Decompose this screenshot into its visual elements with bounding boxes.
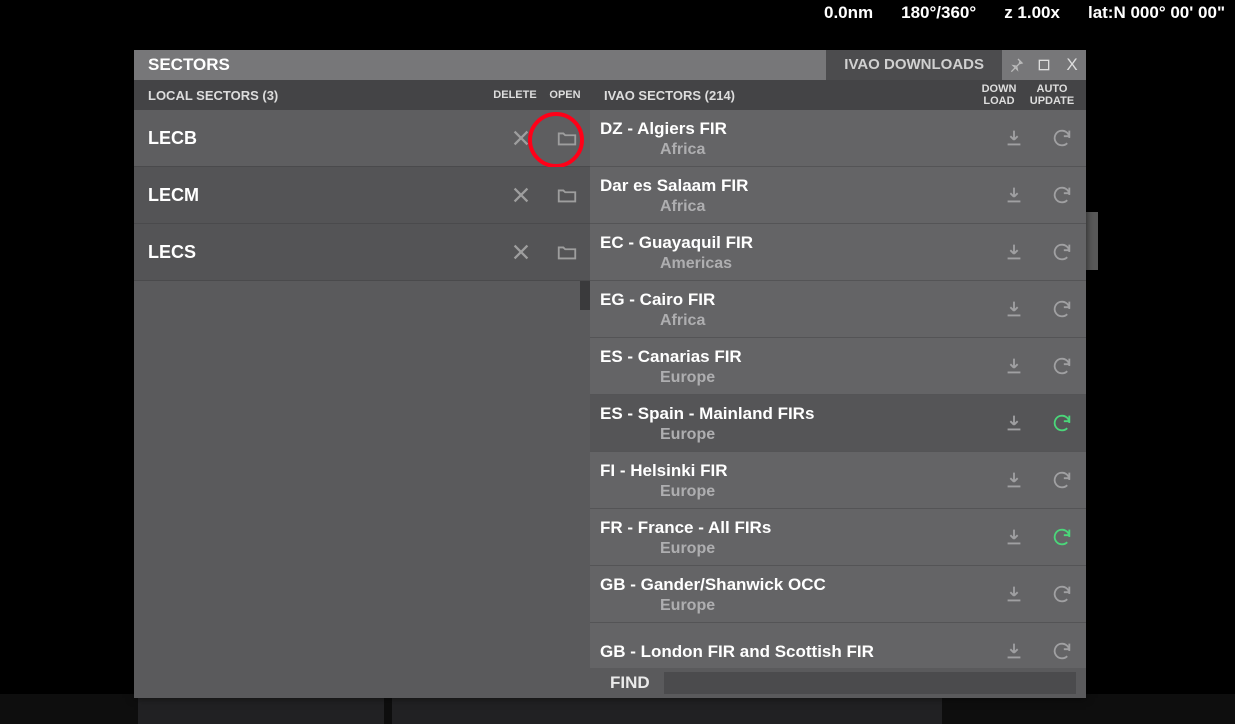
ivao-sectors-pane: IVAO SECTORS (214) DOWNLOAD AUTOUPDATE D…: [590, 80, 1086, 698]
auto-update-icon[interactable]: [1038, 395, 1086, 451]
ivao-sectors-list[interactable]: DZ - Algiers FIRAfricaDar es Salaam FIRA…: [590, 110, 1086, 668]
local-header-label: LOCAL SECTORS (3): [148, 88, 490, 103]
status-latlon: lat:N 000° 00' 00": [1088, 3, 1225, 23]
ivao-row[interactable]: EC - Guayaquil FIRAmericas: [590, 224, 1086, 281]
outer-scrollbar-thumb[interactable]: [1086, 212, 1098, 270]
delete-icon[interactable]: [498, 167, 544, 223]
auto-update-icon[interactable]: [1038, 281, 1086, 337]
ivao-row[interactable]: EG - Cairo FIRAfrica: [590, 281, 1086, 338]
ivao-fir-name: Dar es Salaam FIR: [600, 176, 990, 196]
ivao-fir-name: ES - Spain - Mainland FIRs: [600, 404, 990, 424]
download-icon[interactable]: [990, 509, 1038, 565]
download-icon[interactable]: [990, 167, 1038, 223]
pin-icon[interactable]: [1002, 50, 1030, 80]
download-icon[interactable]: [990, 452, 1038, 508]
download-icon[interactable]: [990, 566, 1038, 622]
taskbar-chunk: [138, 694, 384, 724]
ivao-row[interactable]: FR - France - All FIRsEurope: [590, 509, 1086, 566]
col-delete-label: DELETE: [490, 89, 540, 101]
local-sectors-pane: LOCAL SECTORS (3) DELETE OPEN LECB: [134, 80, 590, 698]
dialog-titlebar[interactable]: SECTORS IVAO DOWNLOADS X: [134, 50, 1086, 80]
ivao-row[interactable]: Dar es Salaam FIRAfrica: [590, 167, 1086, 224]
ivao-fir-name: DZ - Algiers FIR: [600, 119, 990, 139]
auto-update-icon[interactable]: [1038, 167, 1086, 223]
download-icon[interactable]: [990, 110, 1038, 166]
tab-ivao-downloads[interactable]: IVAO DOWNLOADS: [826, 50, 1002, 80]
local-row[interactable]: LECB: [134, 110, 590, 167]
find-label: FIND: [610, 673, 650, 693]
local-row[interactable]: LECS: [134, 224, 590, 281]
dialog-title: SECTORS: [134, 55, 826, 75]
ivao-region: Europe: [600, 482, 990, 501]
ivao-column-header: IVAO SECTORS (214) DOWNLOAD AUTOUPDATE: [590, 80, 1086, 110]
ivao-fir-name: EG - Cairo FIR: [600, 290, 990, 310]
auto-update-icon[interactable]: [1038, 338, 1086, 394]
open-folder-icon[interactable]: [544, 110, 590, 166]
local-sector-name: LECM: [148, 185, 498, 206]
col-download-label: DOWNLOAD: [974, 83, 1024, 107]
status-bar: 0.0nm 180°/360° z 1.00x lat:N 000° 00' 0…: [0, 0, 1235, 29]
ivao-region: Europe: [600, 368, 990, 387]
open-folder-icon[interactable]: [544, 224, 590, 280]
ivao-header-label: IVAO SECTORS (214): [604, 88, 974, 103]
col-update-label: AUTOUPDATE: [1024, 83, 1080, 107]
local-sectors-list: LECB LECM: [134, 110, 590, 698]
ivao-fir-name: GB - London FIR and Scottish FIR: [600, 642, 990, 662]
delete-icon[interactable]: [498, 110, 544, 166]
local-column-header: LOCAL SECTORS (3) DELETE OPEN: [134, 80, 590, 110]
background-taskbar: [0, 694, 1235, 724]
col-open-label: OPEN: [540, 89, 590, 101]
ivao-region: Africa: [600, 140, 990, 159]
maximize-icon[interactable]: [1030, 50, 1058, 80]
ivao-region: Europe: [600, 425, 990, 444]
open-folder-icon[interactable]: [544, 167, 590, 223]
ivao-fir-name: EC - Guayaquil FIR: [600, 233, 990, 253]
auto-update-icon[interactable]: [1038, 224, 1086, 280]
close-icon[interactable]: X: [1058, 50, 1086, 80]
ivao-row[interactable]: GB - Gander/Shanwick OCCEurope: [590, 566, 1086, 623]
ivao-fir-name: FI - Helsinki FIR: [600, 461, 990, 481]
ivao-fir-name: FR - France - All FIRs: [600, 518, 990, 538]
local-row[interactable]: LECM: [134, 167, 590, 224]
download-icon[interactable]: [990, 338, 1038, 394]
ivao-region: Africa: [600, 197, 990, 216]
status-zoom: z 1.00x: [1004, 3, 1060, 23]
auto-update-icon[interactable]: [1038, 623, 1086, 668]
download-icon[interactable]: [990, 224, 1038, 280]
status-distance: 0.0nm: [824, 3, 873, 23]
ivao-row[interactable]: GB - London FIR and Scottish FIR: [590, 623, 1086, 668]
find-bar: FIND: [590, 668, 1086, 698]
ivao-region: Africa: [600, 311, 990, 330]
ivao-row[interactable]: ES - Canarias FIREurope: [590, 338, 1086, 395]
local-sector-name: LECS: [148, 242, 498, 263]
ivao-row[interactable]: FI - Helsinki FIREurope: [590, 452, 1086, 509]
auto-update-icon[interactable]: [1038, 452, 1086, 508]
ivao-region: Americas: [600, 254, 990, 273]
ivao-region: Europe: [600, 539, 990, 558]
download-icon[interactable]: [990, 623, 1038, 668]
sectors-dialog: SECTORS IVAO DOWNLOADS X LOCAL SECTORS (…: [134, 50, 1086, 698]
find-input[interactable]: [664, 672, 1076, 694]
ivao-fir-name: GB - Gander/Shanwick OCC: [600, 575, 990, 595]
ivao-row[interactable]: ES - Spain - Mainland FIRsEurope: [590, 395, 1086, 452]
auto-update-icon[interactable]: [1038, 110, 1086, 166]
ivao-region: Europe: [600, 596, 990, 615]
taskbar-chunk: [392, 694, 942, 724]
ivao-row[interactable]: DZ - Algiers FIRAfrica: [590, 110, 1086, 167]
download-icon[interactable]: [990, 395, 1038, 451]
download-icon[interactable]: [990, 281, 1038, 337]
auto-update-icon[interactable]: [1038, 566, 1086, 622]
delete-icon[interactable]: [498, 224, 544, 280]
ivao-fir-name: ES - Canarias FIR: [600, 347, 990, 367]
auto-update-icon[interactable]: [1038, 509, 1086, 565]
status-heading: 180°/360°: [901, 3, 976, 23]
local-sector-name: LECB: [148, 128, 498, 149]
